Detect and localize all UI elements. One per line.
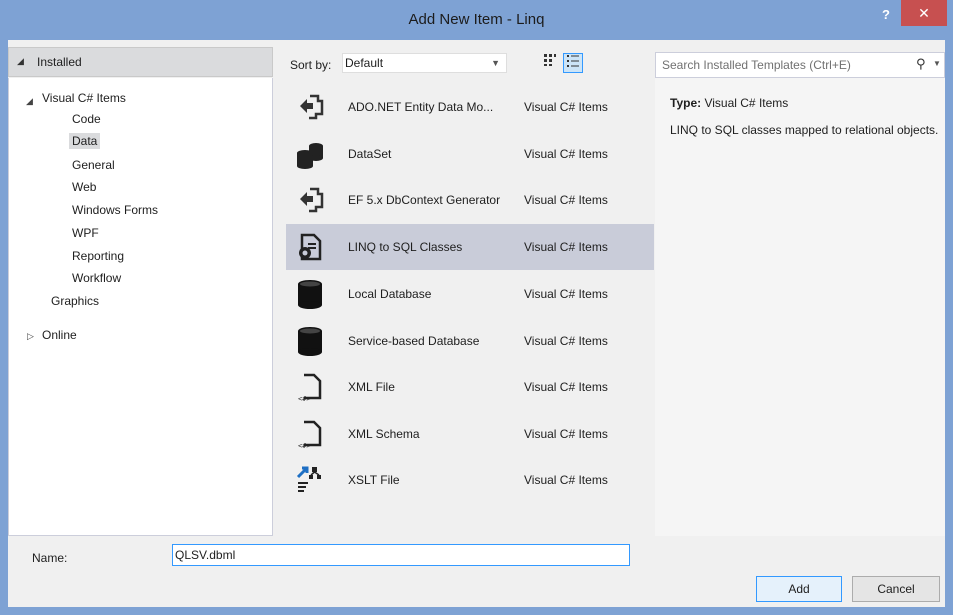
sort-toolbar: Sort by: Default ▼ [280,47,647,77]
template-row-ado-net-entity[interactable]: ADO.NET Entity Data Mo... Visual C# Item… [286,84,654,130]
type-line: Type: Visual C# Items [670,96,788,110]
template-name: Local Database [348,287,432,301]
svg-text:<#>: <#> [298,442,311,449]
template-row-linq-to-sql[interactable]: LINQ to SQL Classes Visual C# Items [286,224,654,270]
template-name: XSLT File [348,473,400,487]
template-row-xml-file[interactable]: <#> XML File Visual C# Items [286,364,654,410]
tree-item-code[interactable]: Code [72,112,101,126]
tree-item-wpf[interactable]: WPF [72,226,99,240]
template-row-ef-dbcontext[interactable]: EF 5.x DbContext Generator Visual C# Ite… [286,177,654,223]
template-category: Visual C# Items [524,287,608,301]
tree-item-online[interactable]: Online [42,328,77,342]
linq-to-sql-icon [299,233,322,261]
close-icon: ✕ [918,5,930,21]
title-bar[interactable]: Add New Item - Linq ? ✕ [0,0,953,40]
expand-arrow-icon[interactable]: ▷ [27,331,34,342]
expand-triangle-icon[interactable]: ◢ [26,96,33,107]
template-category: Visual C# Items [524,147,608,161]
xslt-file-icon [296,466,321,492]
template-name: EF 5.x DbContext Generator [348,193,501,207]
name-label: Name: [32,551,68,565]
template-name: XML File [348,380,395,394]
sort-by-dropdown[interactable]: Default ▼ [342,53,507,73]
details-pane: Type: Visual C# Items LINQ to SQL classe… [655,78,945,536]
name-field[interactable]: QLSV.dbml [172,544,630,566]
template-row-xml-schema[interactable]: <#> XML Schema Visual C# Items [286,411,654,457]
chevron-down-icon: ▼ [491,58,500,68]
template-category: Visual C# Items [524,473,608,487]
dataset-icon [297,143,323,169]
xml-schema-icon: <#> [298,420,322,449]
template-name: LINQ to SQL Classes [348,240,463,254]
template-row-xslt-file[interactable]: XSLT File Visual C# Items [286,457,654,503]
category-tree: ◢ Visual C# Items Code Data General Web … [8,78,273,536]
grid-view-icon [544,54,556,66]
type-label: Type: [670,96,702,110]
template-category: Visual C# Items [524,380,608,394]
tree-item-data[interactable]: Data [69,133,101,149]
sort-by-label: Sort by: [290,58,332,72]
xml-file-icon: <#> [298,373,322,402]
small-icons-view-button[interactable] [540,53,560,73]
template-row-service-based-database[interactable]: Service-based Database Visual C# Items [286,318,654,364]
template-description: LINQ to SQL classes mapped to relational… [670,123,939,137]
installed-header[interactable]: ◢ Installed [8,47,273,77]
chevron-down-icon[interactable]: ▼ [933,59,941,68]
tree-item-reporting[interactable]: Reporting [72,249,124,263]
template-category: Visual C# Items [524,334,608,348]
list-view-button[interactable] [563,53,583,73]
template-name: XML Schema [348,427,420,441]
dialog-window: Add New Item - Linq ? ✕ ◢ Installed ◢ Vi… [0,0,953,615]
template-category: Visual C# Items [524,193,608,207]
template-name: Service-based Database [348,334,480,348]
search-templates-box[interactable]: ⚲ ▼ [655,52,945,78]
help-button[interactable]: ? [875,5,897,25]
template-row-local-database[interactable]: Local Database Visual C# Items [286,271,654,317]
template-name: ADO.NET Entity Data Mo... [348,100,494,114]
search-input[interactable] [662,57,902,73]
tree-item-workflow[interactable]: Workflow [72,271,121,285]
entity-model-icon [300,187,324,213]
tree-item-general[interactable]: General [72,158,115,172]
dialog-title: Add New Item - Linq [408,11,545,28]
type-value: Visual C# Items [704,96,789,110]
template-row-dataset[interactable]: DataSet Visual C# Items [286,131,654,177]
tree-item-web[interactable]: Web [72,180,96,194]
template-category: Visual C# Items [524,240,608,254]
add-button[interactable]: Add [756,576,842,602]
list-view-icon [567,55,579,67]
cancel-button[interactable]: Cancel [852,576,940,602]
tree-item-graphics[interactable]: Graphics [51,294,99,308]
tree-item-windows-forms[interactable]: Windows Forms [72,203,158,217]
database-icon [298,280,322,309]
installed-label: Installed [37,55,82,69]
tree-item-visual-csharp-items[interactable]: Visual C# Items [42,91,126,105]
close-button[interactable]: ✕ [901,0,947,26]
template-name: DataSet [348,147,392,161]
template-category: Visual C# Items [524,427,608,441]
template-category: Visual C# Items [524,100,608,114]
svg-text:<#>: <#> [298,395,311,402]
database-icon [298,327,322,356]
search-icon[interactable]: ⚲ [916,56,926,72]
entity-model-icon [300,94,324,120]
sort-by-value: Default [345,56,384,70]
collapse-triangle-icon: ◢ [17,56,24,66]
